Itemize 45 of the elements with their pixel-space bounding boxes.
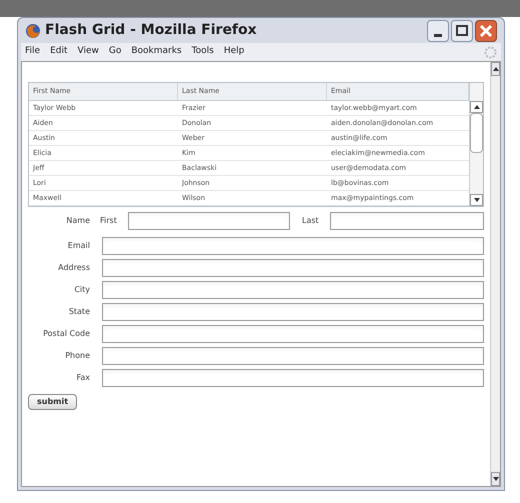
field-label: First [100, 215, 118, 227]
menu-item[interactable]: Go [108, 45, 122, 59]
field-label: Address [57, 262, 90, 274]
input-field[interactable] [102, 347, 484, 365]
submit-button[interactable]: submit [28, 394, 78, 410]
scroll-thumb[interactable] [470, 113, 483, 153]
menu-item[interactable]: File [25, 45, 40, 59]
field-label: State [68, 306, 90, 318]
field-label: Name [65, 215, 90, 227]
page-scroll-down-button[interactable] [491, 472, 500, 486]
minimize-icon [434, 34, 442, 36]
field-label: Phone [64, 350, 90, 362]
throbber-icon [484, 46, 497, 58]
close-icon [479, 24, 493, 38]
menu-item[interactable]: View [78, 45, 99, 59]
close-button[interactable] [475, 20, 497, 42]
field-label: Email [66, 240, 90, 252]
field-label: City [73, 284, 90, 296]
down-arrow-icon [474, 198, 480, 202]
menu-item[interactable]: Bookmarks [131, 45, 182, 59]
input-field[interactable] [102, 281, 484, 299]
up-arrow-icon [474, 105, 480, 109]
window-title: Flash Grid - Mozilla Firefox [45, 21, 257, 40]
minimize-button[interactable] [427, 20, 449, 42]
page-scroll-up-button[interactable] [491, 62, 500, 76]
menu-item[interactable]: Help [224, 45, 244, 59]
down-arrow-icon [492, 477, 498, 481]
input-field[interactable] [102, 303, 484, 321]
input-field[interactable] [102, 259, 484, 277]
input-field[interactable] [102, 325, 484, 343]
input-field[interactable] [102, 369, 484, 387]
browser-logo-icon [25, 22, 41, 38]
first-name-field[interactable] [128, 212, 290, 230]
field-label: Postal Code [42, 328, 90, 340]
menu-item[interactable]: Edit [50, 45, 68, 59]
scroll-down-button[interactable] [470, 194, 483, 206]
menu-item[interactable]: Tools [192, 45, 214, 59]
scroll-up-button[interactable] [470, 101, 483, 113]
field-label: Fax [75, 372, 90, 384]
field-label: Last [302, 215, 320, 227]
input-field[interactable] [102, 237, 484, 255]
last-name-field[interactable] [330, 212, 484, 230]
up-arrow-icon [492, 67, 498, 71]
maximize-button[interactable] [451, 20, 473, 42]
maximize-icon [456, 25, 468, 36]
